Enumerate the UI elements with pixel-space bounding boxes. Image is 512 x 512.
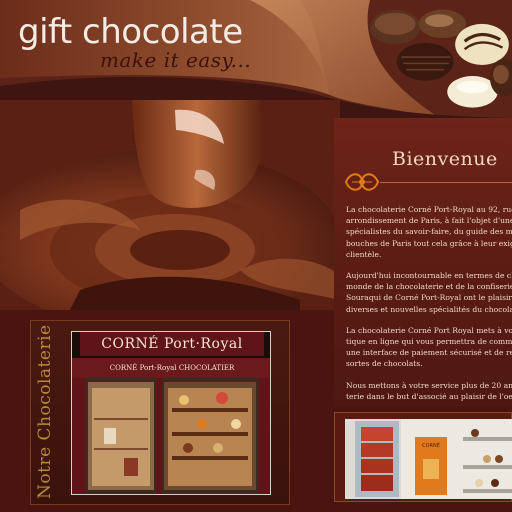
title-divider (380, 182, 512, 183)
welcome-text: La chocolaterie Corné Port-Royal au 92, … (346, 204, 512, 406)
welcome-paragraph: Nous mettons à votre service plus de 20 … (346, 380, 512, 401)
site-tagline: make it easy... (100, 48, 252, 72)
product-photo-box[interactable]: CORNÉ (334, 412, 512, 502)
product-box-brand: CORNÉ (422, 441, 440, 449)
welcome-paragraph: La chocolaterie Corné Port-Royal au 92, … (346, 205, 512, 259)
shop-sign: CORNÉ Port·Royal (80, 332, 264, 356)
welcome-title: Bienvenue (392, 148, 498, 170)
welcome-paragraph: La chocolaterie Corné Port Royal mets à … (346, 325, 512, 369)
product-display-image: CORNÉ (345, 419, 512, 499)
product-photo: CORNÉ (345, 419, 512, 499)
shop-front-photo: CORNÉ Port·Royal CORNÉ Port-Royal CHOCOL… (71, 331, 271, 495)
site-logo-title[interactable]: gift chocolate (18, 12, 243, 52)
chocolate-pour-image (0, 100, 340, 330)
welcome-paragraph: Aujourd'hui incontournable en termes de … (346, 271, 512, 314)
shop-window-image (72, 378, 270, 494)
bonbons-image (369, 9, 512, 108)
ornament-icon (344, 173, 380, 191)
shop-section-label: Notre Chocolaterie (35, 324, 55, 499)
welcome-panel: Bienvenue La chocolaterie Corné Port-Roy… (334, 118, 512, 406)
shop-photo-box[interactable]: Notre Chocolaterie CORNÉ Port·Royal CORN… (30, 320, 290, 505)
shop-awning: CORNÉ Port-Royal CHOCOLATIER (72, 358, 270, 378)
